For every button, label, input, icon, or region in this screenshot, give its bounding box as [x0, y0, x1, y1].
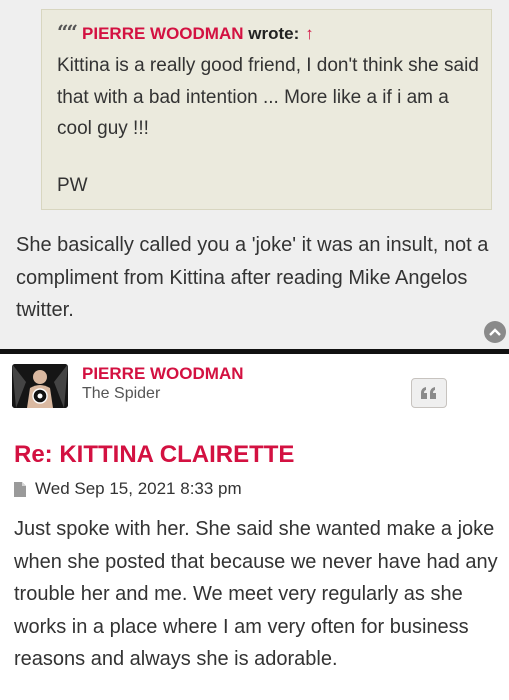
- quote-header: ““ PIERRE WOODMAN wrote: ↑: [57, 20, 314, 46]
- post-date: Wed Sep 15, 2021 8:33 pm: [35, 479, 242, 498]
- quote-author-link[interactable]: PIERRE WOODMAN: [82, 24, 244, 43]
- back-to-top-button[interactable]: [484, 321, 506, 343]
- quote-icon: [421, 387, 436, 399]
- go-to-quoted-post-icon[interactable]: ↑: [305, 24, 314, 43]
- post-meta: Wed Sep 15, 2021 8:33 pm: [14, 479, 242, 499]
- quote-signature: PW: [57, 175, 88, 196]
- username-link[interactable]: PIERRE WOODMAN: [82, 364, 244, 384]
- quote-text: Kittina is a really good friend, I don't…: [57, 55, 479, 139]
- avatar[interactable]: [12, 364, 68, 408]
- previous-post: ““ PIERRE WOODMAN wrote: ↑ Kittina is a re…: [0, 0, 509, 349]
- chevron-up-icon: [489, 328, 501, 336]
- quote-button[interactable]: [411, 378, 447, 408]
- user-rank: The Spider: [82, 385, 161, 402]
- quote-mark-icon: ““: [57, 20, 78, 44]
- file-icon[interactable]: [14, 481, 26, 497]
- post-title[interactable]: Re: KITTINA CLAIRETTE: [14, 441, 294, 469]
- current-post: PIERRE WOODMAN The Spider Re: KITTINA CL…: [0, 354, 509, 700]
- post-text: Just spoke with her. She said she wanted…: [14, 518, 498, 670]
- post-text: She basically called you a 'joke' it was…: [16, 234, 489, 321]
- quote-block: ““ PIERRE WOODMAN wrote: ↑ Kittina is a re…: [41, 9, 492, 210]
- quote-wrote-label: wrote:: [248, 24, 300, 43]
